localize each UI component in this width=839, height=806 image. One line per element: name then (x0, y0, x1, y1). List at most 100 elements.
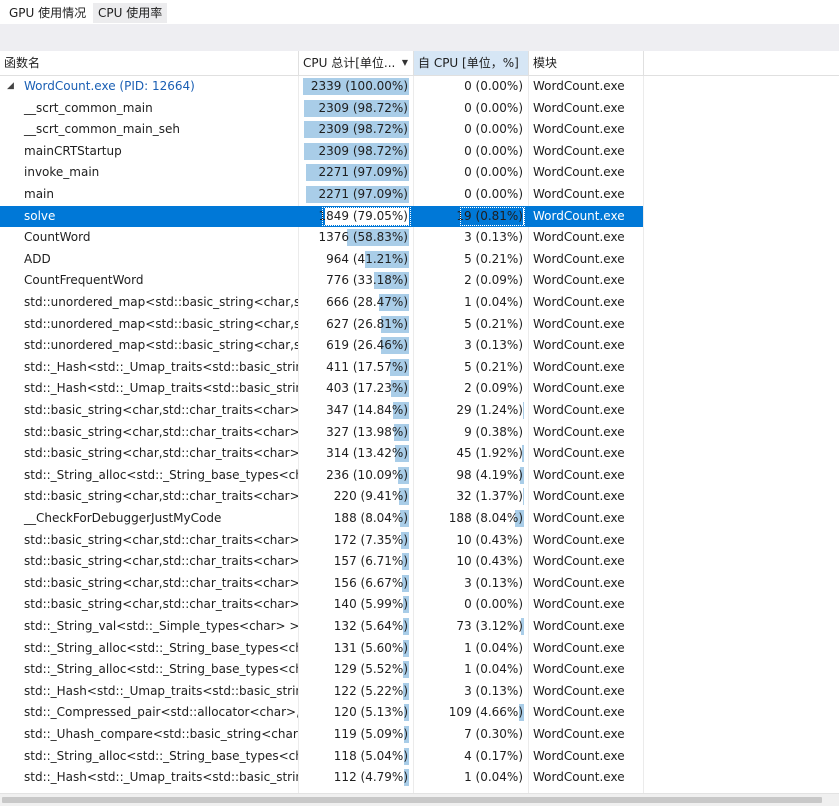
module-cell: WordCount.exe (533, 575, 625, 590)
function-table[interactable]: ◢ WordCount.exe (PID: 12664) 2339 (100.00%… (0, 76, 839, 793)
cpu-total-cell: 132 (5.64%) (299, 616, 412, 637)
table-row[interactable]: std::basic_string<char,std::char_traits<… (0, 594, 643, 615)
self-cpu-value: 0 (0.00%) (464, 79, 523, 93)
table-row[interactable]: std::_Hash<std::_Umap_traits<std::basic_… (0, 357, 643, 378)
table-row[interactable]: std::basic_string<char,std::char_traits<… (0, 530, 643, 551)
cpu-total-cell: 118 (5.04%) (299, 746, 412, 767)
self-cpu-value: 1 (0.04%) (464, 770, 523, 785)
self-cpu-value: 9 (0.38%) (464, 424, 523, 439)
cpu-total-cell: 347 (14.84%) (299, 400, 412, 421)
table-row[interactable]: std::_String_alloc<std::_String_base_typ… (0, 465, 643, 486)
function-name-cell: std::_Hash<std::_Umap_traits<std::basic_… (0, 681, 298, 702)
focus-outline (460, 206, 525, 226)
collapse-triangle-icon[interactable]: ◢ (7, 76, 14, 97)
module-cell: WordCount.exe (533, 208, 625, 223)
module-cell: WordCount.exe (533, 143, 625, 158)
function-name: std::basic_string<char,std::char_traits<… (24, 575, 298, 590)
table-row[interactable]: std::unordered_map<std::basic_string<cha… (0, 335, 643, 356)
cpu-total-value: 2339 (100.00%) (310, 79, 408, 93)
module-cell: WordCount.exe (533, 316, 625, 331)
function-name: std::unordered_map<std::basic_string<cha… (24, 316, 298, 331)
table-row[interactable]: main 2271 (97.09%) 0 (0.00%) WordCount.exe (0, 184, 643, 205)
module-cell: WordCount.exe (533, 187, 625, 201)
column-function-name[interactable]: 函数名 (0, 51, 299, 75)
self-cpu-value: 32 (1.37%) (456, 489, 523, 504)
self-cpu-value: 7 (0.30%) (464, 727, 523, 741)
function-name: std::basic_string<char,std::char_traits<… (24, 424, 298, 439)
tab-gpu-usage[interactable]: GPU 使用情况 (4, 3, 91, 23)
function-name: WordCount.exe (PID: 12664) (24, 79, 195, 93)
column-module[interactable]: 模块 (529, 51, 644, 75)
function-name-cell: CountFrequentWord (0, 270, 298, 291)
table-row[interactable]: __CheckForDebuggerJustMyCode 188 (8.04%) 1… (0, 508, 643, 529)
column-self-cpu-label: 自 CPU [单位，%] (418, 56, 519, 70)
function-name-cell: std::basic_string<char,std::char_traits<… (0, 486, 298, 507)
module-cell: WordCount.exe (533, 100, 625, 115)
table-row[interactable]: std::basic_string<char,std::char_traits<… (0, 573, 643, 594)
self-cpu-value: 2 (0.09%) (464, 273, 523, 288)
table-row[interactable]: std::basic_string<char,std::char_traits<… (0, 486, 643, 507)
cpu-total-value: 120 (5.13%) (333, 705, 408, 720)
function-name-cell: std::_String_val<std::_Simple_types<char… (0, 616, 298, 637)
table-row[interactable]: std::basic_string<char,std::char_traits<… (0, 551, 643, 572)
cpu-total-value: 347 (14.84%) (326, 403, 408, 417)
table-row[interactable]: std::_Hash<std::_Umap_traits<std::basic_… (0, 681, 643, 702)
table-row[interactable]: ◢ WordCount.exe (PID: 12664) 2339 (100.00%… (0, 76, 643, 97)
table-row[interactable]: __scrt_common_main 2309 (98.72%) 0 (0.00%)… (0, 98, 643, 119)
self-cpu-cell: 1 (0.04%) (414, 292, 527, 313)
function-name-cell: std::basic_string<char,std::char_traits<… (0, 573, 298, 594)
table-row[interactable]: CountFrequentWord 776 (33.18%) 2 (0.09%) Wo… (0, 270, 643, 291)
table-row[interactable]: std::_Hash<std::_Umap_traits<std::basic_… (0, 767, 643, 788)
table-row[interactable]: std::unordered_map<std::basic_string<cha… (0, 292, 643, 313)
cpu-total-value: 112 (4.79%) (333, 770, 408, 785)
function-name-cell: __CheckForDebuggerJustMyCode (0, 508, 298, 529)
column-self-cpu[interactable]: 自 CPU [单位，%] (414, 51, 529, 75)
self-cpu-cell: 5 (0.21%) (414, 314, 527, 335)
cpu-total-cell: 666 (28.47%) (299, 292, 412, 313)
function-name-cell: std::basic_string<char,std::char_traits<… (0, 530, 298, 551)
table-row[interactable]: invoke_main 2271 (97.09%) 0 (0.00%) WordCou… (0, 162, 643, 183)
cpu-total-cell: 2309 (98.72%) (299, 141, 412, 162)
cpu-total-cell: 140 (5.99%) (299, 594, 412, 615)
table-row[interactable]: std::_String_alloc<std::_String_base_typ… (0, 638, 643, 659)
table-row[interactable]: std::_String_alloc<std::_String_base_typ… (0, 746, 643, 767)
self-cpu-cell: 32 (1.37%) (414, 486, 527, 507)
self-cpu-cell: 2 (0.09%) (414, 378, 527, 399)
table-row[interactable]: std::basic_string<char,std::char_traits<… (0, 400, 643, 421)
function-name-cell: std::_Hash<std::_Umap_traits<std::basic_… (0, 378, 298, 399)
self-cpu-cell: 3 (0.13%) (414, 335, 527, 356)
function-name: std::basic_string<char,std::char_traits<… (24, 597, 298, 612)
table-row[interactable]: std::_String_alloc<std::_String_base_typ… (0, 659, 643, 680)
function-name-cell: std::unordered_map<std::basic_string<cha… (0, 292, 298, 313)
column-cpu-total-label: CPU 总计[单位... (303, 56, 396, 70)
module-cell: WordCount.exe (533, 381, 625, 396)
table-row[interactable]: ADD 964 (41.21%) 5 (0.21%) WordCount.exe (0, 249, 643, 270)
function-name: std::_Hash<std::_Umap_traits<std::basic_… (24, 770, 298, 785)
tab-cpu-usage[interactable]: CPU 使用率 (93, 3, 168, 23)
scrollbar-thumb[interactable] (2, 797, 822, 803)
cpu-total-value: 619 (26.46%) (326, 338, 408, 353)
table-row[interactable]: __scrt_common_main_seh 2309 (98.72%) 0 (0.… (0, 119, 643, 140)
horizontal-scrollbar[interactable] (0, 793, 839, 806)
function-name-cell: std::_Hash<std::_Umap_traits<std::basic_… (0, 767, 298, 788)
table-row[interactable]: std::_String_val<std::_Simple_types<char… (0, 616, 643, 637)
function-name: main (24, 187, 54, 201)
module-cell: WordCount.exe (533, 597, 625, 612)
table-row[interactable]: std::_Compressed_pair<std::allocator<cha… (0, 702, 643, 723)
table-row[interactable]: std::basic_string<char,std::char_traits<… (0, 422, 643, 443)
column-divider (643, 76, 644, 793)
self-cpu-cell: 1 (0.04%) (414, 767, 527, 788)
table-row[interactable]: solve 1849 (79.05%) 19 (0.81%) WordCount.ex… (0, 205, 643, 227)
function-name-cell: CountWord (0, 227, 298, 248)
table-row[interactable]: mainCRTStartup 2309 (98.72%) 0 (0.00%) Word… (0, 141, 643, 162)
table-row[interactable]: std::unordered_map<std::basic_string<cha… (0, 314, 643, 335)
cpu-total-value: 1376 (58.83%) (318, 230, 408, 245)
table-row[interactable]: std::_Uhash_compare<std::basic_string<ch… (0, 724, 643, 745)
table-row[interactable]: CountWord 1376 (58.83%) 3 (0.13%) WordCount… (0, 227, 643, 248)
column-cpu-total[interactable]: CPU 总计[单位... ▼ (299, 51, 414, 75)
cpu-total-cell: 236 (10.09%) (299, 465, 412, 486)
table-row[interactable]: std::_Hash<std::_Umap_traits<std::basic_… (0, 378, 643, 399)
table-row[interactable]: std::basic_string<char,std::char_traits<… (0, 443, 643, 464)
self-cpu-value: 0 (0.00%) (464, 165, 523, 180)
module-cell: WordCount.exe (533, 748, 625, 763)
